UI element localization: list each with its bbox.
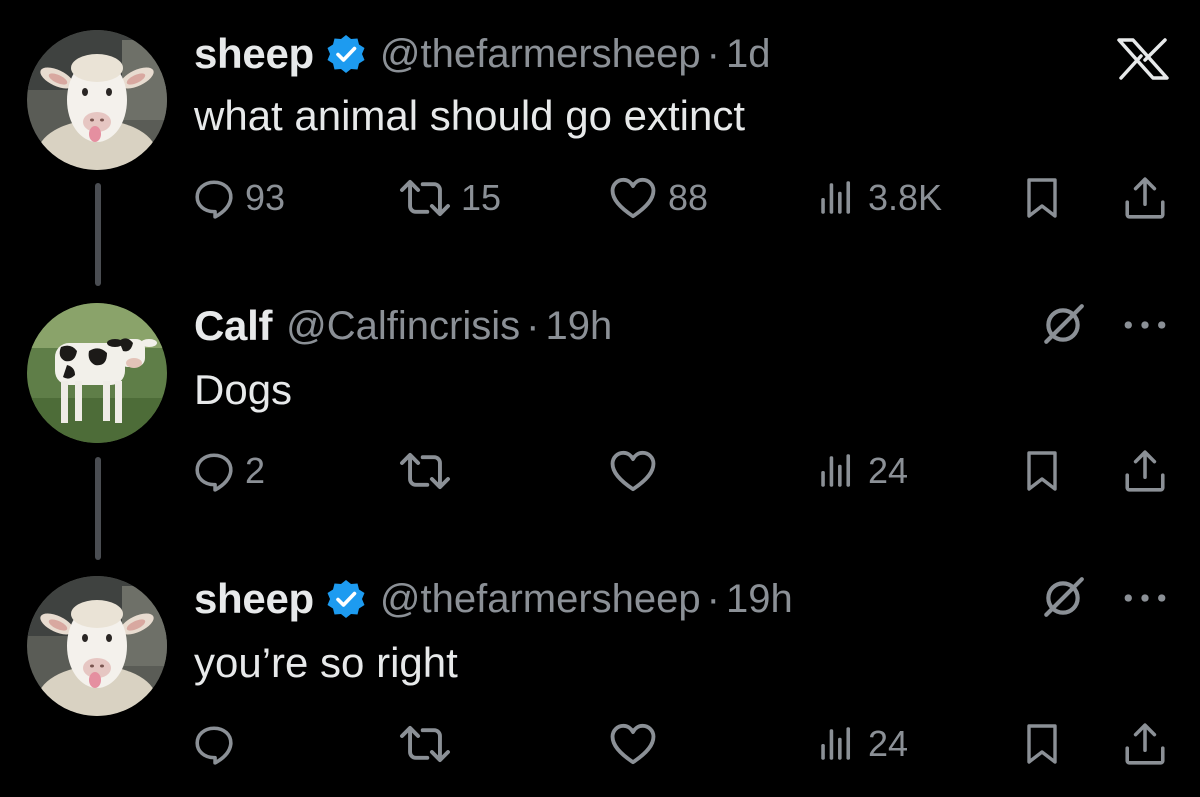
like-button[interactable]	[608, 719, 658, 769]
grok-button[interactable]	[1040, 575, 1086, 626]
reply-icon	[193, 723, 235, 765]
display-name[interactable]: Calf	[194, 302, 272, 350]
views-count: 24	[868, 723, 909, 764]
share-icon	[1122, 721, 1168, 767]
separator: ·	[526, 303, 540, 348]
more-icon	[1122, 318, 1168, 332]
sheep-avatar[interactable]	[27, 30, 167, 170]
bookmark-button[interactable]	[1022, 446, 1062, 496]
share-icon	[1122, 175, 1168, 221]
reply-button[interactable]: 2	[193, 446, 265, 496]
grok-icon	[1040, 575, 1086, 621]
views-count: 24	[868, 450, 909, 491]
like-icon	[608, 175, 658, 221]
repost-icon	[397, 721, 453, 767]
views-icon	[816, 450, 858, 492]
action-bar: 2 24	[0, 446, 1200, 496]
repost-icon	[397, 175, 453, 221]
repost-count: 15	[461, 177, 502, 218]
reply-count: 93	[245, 177, 286, 218]
handle[interactable]: @thefarmersheep	[380, 32, 701, 77]
tweet-text: Dogs	[194, 366, 293, 413]
tweet-calf-reply[interactable]: Calf @Calfincrisis · 19h Dogs 2 24	[0, 300, 1200, 550]
bookmark-icon	[1022, 449, 1062, 493]
bookmark-icon	[1022, 722, 1062, 766]
share-button[interactable]	[1122, 719, 1168, 769]
grok-button[interactable]	[1040, 302, 1086, 353]
verified-badge-icon	[326, 34, 366, 74]
verified-badge-icon	[326, 579, 366, 619]
reply-button[interactable]	[193, 719, 235, 769]
reply-icon	[193, 177, 235, 219]
like-icon	[608, 448, 658, 494]
views-icon	[816, 723, 858, 765]
views-button[interactable]: 24	[816, 446, 908, 496]
display-name[interactable]: sheep	[194, 30, 314, 78]
sheep-avatar[interactable]	[27, 576, 167, 716]
like-icon	[608, 721, 658, 767]
bookmark-icon	[1022, 176, 1062, 220]
handle[interactable]: @Calfincrisis	[286, 304, 520, 349]
action-bar: 93 15 88 3.8K	[0, 173, 1200, 223]
reply-button[interactable]: 93	[193, 173, 285, 223]
bookmark-button[interactable]	[1022, 173, 1062, 223]
tweet-sheep-original[interactable]: sheep @thefarmersheep · 1d what animal s…	[0, 0, 1200, 270]
timestamp[interactable]: 1d	[726, 32, 771, 77]
tweet-header: sheep @thefarmersheep · 1d	[194, 28, 770, 80]
separator: ·	[706, 31, 720, 76]
more-button[interactable]	[1122, 318, 1168, 337]
share-button[interactable]	[1122, 446, 1168, 496]
more-button[interactable]	[1122, 591, 1168, 610]
repost-button[interactable]: 15	[397, 173, 501, 223]
tweet-header: Calf @Calfincrisis · 19h	[194, 300, 612, 352]
more-icon	[1122, 591, 1168, 605]
tweet-text: what animal should go extinct	[194, 92, 745, 139]
repost-button[interactable]	[397, 446, 453, 496]
grok-icon	[1040, 302, 1086, 348]
share-icon	[1122, 448, 1168, 494]
tweet-text: you’re so right	[194, 639, 458, 686]
reply-icon	[193, 450, 235, 492]
views-icon	[816, 177, 858, 219]
views-button[interactable]: 24	[816, 719, 908, 769]
share-button[interactable]	[1122, 173, 1168, 223]
calf-avatar[interactable]	[27, 303, 167, 443]
display-name[interactable]: sheep	[194, 575, 314, 623]
like-count: 88	[668, 177, 709, 218]
separator: ·	[706, 576, 720, 621]
reply-count: 2	[245, 450, 266, 491]
bookmark-button[interactable]	[1022, 719, 1062, 769]
like-button[interactable]: 88	[608, 173, 708, 223]
views-count: 3.8K	[868, 177, 943, 218]
handle[interactable]: @thefarmersheep	[380, 577, 701, 622]
action-bar: 24	[0, 719, 1200, 769]
timestamp[interactable]: 19h	[726, 577, 793, 622]
timestamp[interactable]: 19h	[545, 304, 612, 349]
repost-icon	[397, 448, 453, 494]
repost-button[interactable]	[397, 719, 453, 769]
like-button[interactable]	[608, 446, 658, 496]
views-button[interactable]: 3.8K	[816, 173, 942, 223]
tweet-header: sheep @thefarmersheep · 19h	[194, 573, 793, 625]
tweet-sheep-reply[interactable]: sheep @thefarmersheep · 19h you’re so ri…	[0, 573, 1200, 797]
